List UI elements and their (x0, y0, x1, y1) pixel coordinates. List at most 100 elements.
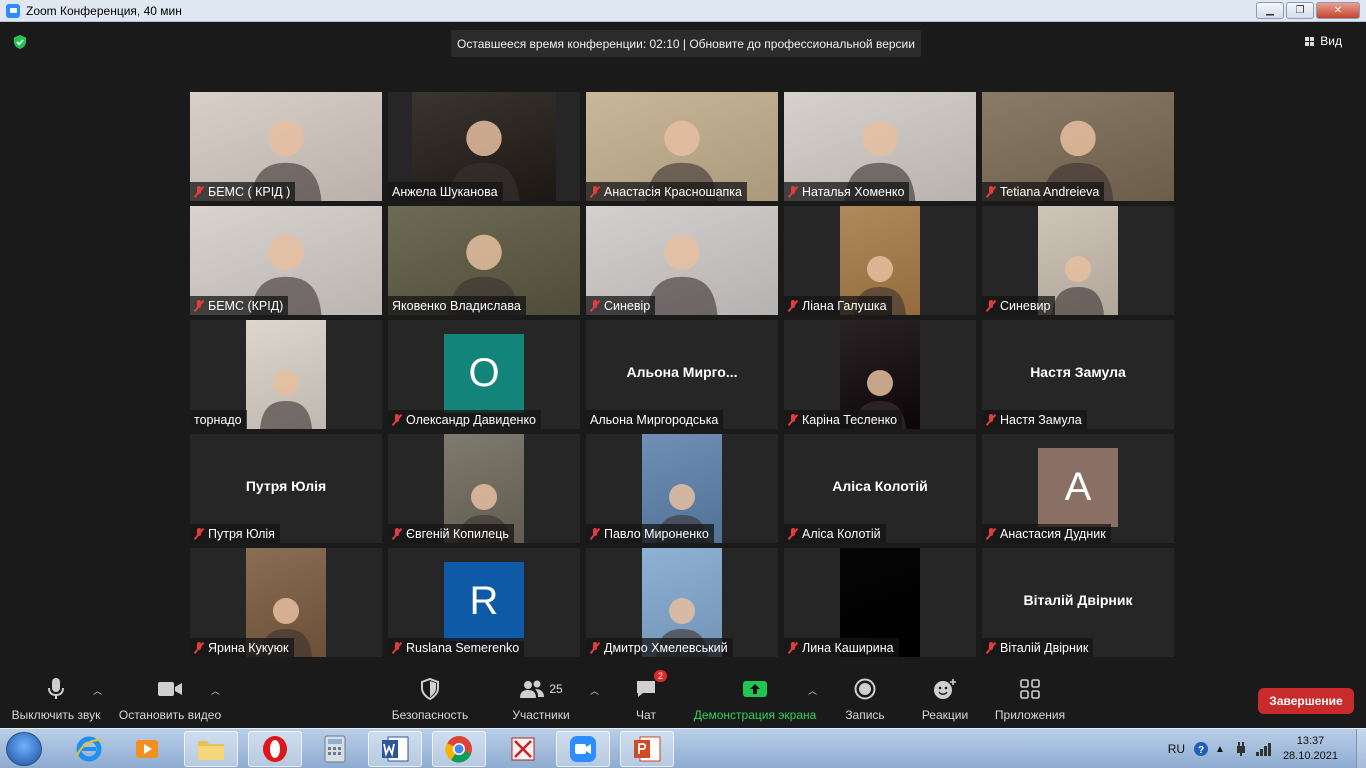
share-screen-button[interactable]: Демонстрация экрана (690, 670, 820, 728)
participant-name-label: БЕМС (КРІД) (190, 296, 289, 315)
calculator-icon[interactable] (308, 731, 362, 767)
participant-name-label: Синевір (586, 296, 656, 315)
end-meeting-button[interactable]: Завершение (1258, 688, 1354, 714)
participants-icon: 25 (519, 676, 563, 702)
maximize-button[interactable]: ❐ (1286, 2, 1314, 19)
muted-microphone-icon (986, 641, 996, 654)
muted-microphone-icon (788, 299, 798, 312)
media-player-icon[interactable] (120, 731, 174, 767)
muted-microphone-icon (194, 641, 204, 654)
participant-tile[interactable]: Яковенко Владислава (388, 206, 580, 315)
input-language-indicator[interactable]: RU (1168, 742, 1185, 756)
participant-avatar: R (444, 562, 524, 641)
chat-button[interactable]: 2 Чат (620, 670, 672, 728)
tray-overflow-icon[interactable]: ▲ (1215, 744, 1225, 755)
muted-microphone-icon (986, 413, 996, 426)
participant-name: Яковенко Владислава (392, 298, 521, 313)
participant-tile[interactable]: R Ruslana Semerenko (388, 548, 580, 657)
participant-tile[interactable]: Синевір (586, 206, 778, 315)
apps-button[interactable]: Приложения (990, 670, 1070, 728)
participant-name-label: Павло Мироненко (586, 524, 714, 543)
participant-tile[interactable]: Синевир (982, 206, 1174, 315)
participant-tile[interactable]: Анастасія Красношапка (586, 92, 778, 201)
power-plug-icon[interactable] (1233, 741, 1249, 757)
participant-name: Каріна Тесленко (802, 412, 898, 427)
video-camera-icon (157, 676, 183, 702)
participant-tile[interactable]: Віталій Двірник Віталій Двірник (982, 548, 1174, 657)
system-tray: RU ? ▲ 13:37 28.10.2021 (1168, 729, 1366, 768)
participant-tile[interactable]: Ліана Галушка (784, 206, 976, 315)
participant-tile[interactable]: Павло Мироненко (586, 434, 778, 543)
participant-tile[interactable]: O Олександр Давиденко (388, 320, 580, 429)
time-remaining-banner[interactable]: Оставшееся время конференции: 02:10 | Об… (451, 30, 921, 57)
security-shield-icon (420, 676, 440, 702)
internet-explorer-icon[interactable] (62, 731, 116, 767)
network-signal-icon[interactable] (1255, 741, 1273, 757)
muted-microphone-icon (392, 641, 402, 654)
reactions-label: Реакции (921, 708, 969, 722)
participant-name-label: Путря Юлія (190, 524, 280, 543)
close-button[interactable]: ✕ (1316, 2, 1360, 19)
participant-tile[interactable]: Настя Замула Настя Замула (982, 320, 1174, 429)
svg-text:?: ? (1198, 745, 1204, 756)
minimize-button[interactable]: ▁ (1256, 2, 1284, 19)
participant-tile[interactable]: Євгеній Копилець (388, 434, 580, 543)
taskbar-clock[interactable]: 13:37 28.10.2021 (1283, 734, 1338, 764)
audio-options-caret[interactable]: ︿ (93, 684, 102, 697)
participant-display-name: Настя Замула (1030, 364, 1126, 380)
participant-tile[interactable]: Каріна Тесленко (784, 320, 976, 429)
participant-tile[interactable]: A Анастасия Дудник (982, 434, 1174, 543)
zoom-app-icon (6, 3, 20, 18)
zoom-taskbar-icon[interactable] (556, 731, 610, 767)
participant-name-label: Лина Каширина (784, 638, 899, 657)
snipping-tool-icon[interactable] (496, 731, 550, 767)
microsoft-word-icon[interactable] (368, 731, 422, 767)
powerpoint-icon[interactable] (620, 731, 674, 767)
mute-button[interactable]: Выключить звук (8, 670, 104, 728)
reactions-button[interactable]: Реакции (914, 670, 976, 728)
share-options-caret[interactable]: ︿ (808, 684, 817, 697)
participant-tile[interactable]: Лина Каширина (784, 548, 976, 657)
show-desktop-button[interactable] (1356, 729, 1366, 768)
participants-options-caret[interactable]: ︿ (590, 684, 599, 697)
participant-tile[interactable]: Анжела Шуканова (388, 92, 580, 201)
participant-tile[interactable]: Tetiana Andreieva (982, 92, 1174, 201)
participant-tile[interactable]: Аліса Колотій Аліса Колотій (784, 434, 976, 543)
windows-taskbar: RU ? ▲ 13:37 28.10.2021 (0, 728, 1366, 768)
help-icon[interactable]: ? (1193, 741, 1209, 757)
muted-microphone-icon (788, 641, 798, 654)
participant-name-label: Євгеній Копилець (388, 524, 514, 543)
video-options-caret[interactable]: ︿ (211, 684, 220, 697)
chrome-browser-icon[interactable] (432, 731, 486, 767)
participant-name: Дмитро Хмелевський (604, 640, 728, 655)
participant-tile[interactable]: БЕМС ( КРІД ) (190, 92, 382, 201)
participant-tile[interactable]: БЕМС (КРІД) (190, 206, 382, 315)
muted-microphone-icon (590, 299, 600, 312)
participant-tile[interactable]: Альона Мирго... Альона Миргородська (586, 320, 778, 429)
participant-name: Наталья Хоменко (802, 184, 905, 199)
participant-name-label: Олександр Давиденко (388, 410, 542, 429)
participant-name-label: Tetiana Andreieva (982, 182, 1105, 201)
participant-tile[interactable]: торнадо (190, 320, 382, 429)
record-button[interactable]: Запись (836, 670, 894, 728)
participant-name-label: Каріна Тесленко (784, 410, 903, 429)
participants-button[interactable]: 25 Участники (505, 670, 577, 728)
participant-tile[interactable]: Путря Юлія Путря Юлія (190, 434, 382, 543)
muted-microphone-icon (392, 413, 402, 426)
participant-name: Синевір (604, 298, 651, 313)
muted-microphone-icon (590, 641, 600, 654)
security-button[interactable]: Безопасность (388, 670, 472, 728)
file-explorer-icon[interactable] (184, 731, 238, 767)
stop-video-button[interactable]: Остановить видео (116, 670, 224, 728)
clock-date: 28.10.2021 (1282, 750, 1338, 762)
encryption-shield-icon[interactable] (12, 34, 28, 50)
participant-tile[interactable]: Ярина Кукуюк (190, 548, 382, 657)
participant-tile[interactable]: Наталья Хоменко (784, 92, 976, 201)
participant-tile[interactable]: Дмитро Хмелевський (586, 548, 778, 657)
participant-display-name: Путря Юлія (245, 478, 327, 494)
participant-name-label: Аліса Колотій (784, 524, 886, 543)
muted-microphone-icon (788, 185, 798, 198)
opera-browser-icon[interactable] (248, 731, 302, 767)
windows-start-button[interactable] (6, 732, 42, 766)
view-button[interactable]: Вид (1305, 34, 1342, 48)
